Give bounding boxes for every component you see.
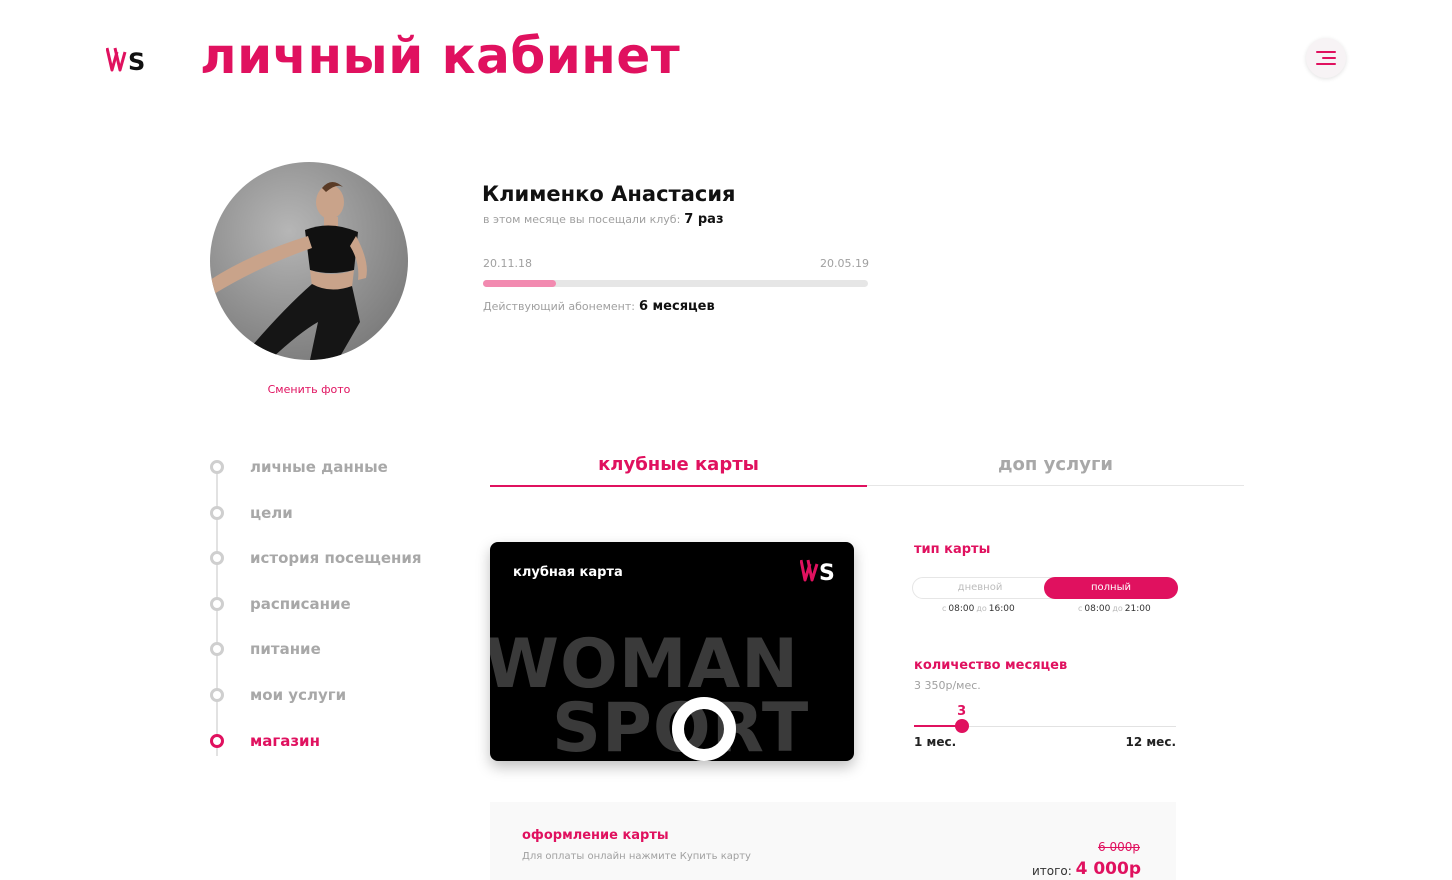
subscription-end-date: 20.05.19 [820,257,869,270]
card-title: клубная карта [513,565,623,580]
sidebar-dot-icon [210,733,224,748]
sidebar-dot-icon [210,642,224,657]
time-from: 08:00 [948,604,975,614]
time-to: 16:00 [988,604,1015,614]
day-hours: с 08:00 до 16:00 [940,604,1015,614]
menu-icon-line [1316,51,1336,53]
sidebar-item-label: цели [250,503,293,522]
ws-logo: S [106,47,145,74]
subscription-start-date: 20.11.18 [483,257,532,270]
svg-text:S: S [128,48,145,74]
club-card-preview: клубная карта S WOMAN SPORT [490,542,854,761]
checkout-panel: оформление карты Для оплаты онлайн нажми… [490,802,1176,880]
time-from: 08:00 [1084,604,1111,614]
sidebar-dot-icon [210,596,224,611]
checkout-title: оформление карты [522,828,669,843]
sidebar-item-label: питание [250,640,321,659]
total-price: 4 000р [1075,859,1141,879]
sidebar-item-personal-data[interactable]: личные данные [208,450,448,496]
sidebar-dot-icon [210,460,224,474]
sidebar-item-label: расписание [250,594,351,613]
sidebar-dot-icon [210,687,224,702]
sidebar-item-nutrition[interactable]: питание [208,632,448,678]
page-title: личный кабинет [200,27,681,85]
sidebar-dot-icon [210,551,224,566]
months-title: количество месяцев [914,658,1068,673]
card-ring-icon [672,697,736,761]
tab-extra-services[interactable]: доп услуги [867,454,1244,475]
checkout-hint: Для оплаты онлайн нажмите Купить карту [522,851,751,862]
time-to-prefix: до [976,604,987,613]
time-to: 21:00 [1124,604,1151,614]
card-type-full-option[interactable]: полный [1044,577,1178,599]
athlete-photo [210,182,367,360]
sidebar-item-label: личные данные [250,458,388,476]
months-slider-value: 3 [957,704,967,719]
visits-label: в этом месяце вы посещали клуб: [483,213,681,226]
old-price: 6 000р [1098,840,1140,854]
time-from-prefix: с [1078,604,1083,613]
sidebar-item-schedule[interactable]: расписание [208,587,448,633]
subscription-value: 6 месяцев [638,299,715,314]
visits-summary: в этом месяце вы посещали клуб: 7 раз [483,212,724,227]
sidebar-nav: личные данные цели история посещения рас… [208,450,448,769]
avatar [210,162,408,360]
subscription-label: Действующий абонемент: [483,300,635,313]
total-label: итого: [1032,864,1072,878]
sidebar-item-shop[interactable]: магазин [208,724,448,770]
subscription-progress-fill [483,280,557,287]
menu-icon-line [1322,57,1336,59]
sidebar-item-label: история посещения [250,549,422,568]
months-max-label: 12 мес. [1125,735,1177,749]
tab-club-cards[interactable]: клубные карты [490,454,867,475]
sidebar-item-my-services[interactable]: мои услуги [208,678,448,724]
months-slider-handle[interactable] [954,719,969,733]
sidebar-dot-icon [210,505,224,520]
ws-logo: S [800,559,835,584]
subscription-progress-bar [483,280,868,287]
user-name: Клименко Анастасия [482,182,736,206]
menu-icon-line [1316,63,1336,65]
sidebar-item-visit-history[interactable]: история посещения [208,541,448,587]
full-hours: с 08:00 до 21:00 [1076,604,1151,614]
tab-bar: клубные карты доп услуги [490,450,1244,487]
time-from-prefix: с [942,604,947,613]
subscription-summary: Действующий абонемент: 6 месяцев [483,299,715,314]
price-per-month: 3 350р/мес. [914,679,981,692]
sidebar-item-goals[interactable]: цели [208,496,448,542]
sidebar-item-label: магазин [250,731,320,750]
svg-text:S: S [819,561,835,584]
visits-count: 7 раз [684,212,724,227]
card-type-toggle: дневной полный [912,577,1178,599]
months-min-label: 1 мес. [914,735,957,749]
sidebar-item-label: мои услуги [250,685,347,704]
card-type-title: тип карты [914,542,991,557]
months-slider[interactable] [914,719,1176,733]
menu-button[interactable] [1306,38,1346,78]
active-tab-indicator [490,485,867,487]
card-type-day-option[interactable]: дневной [913,577,1047,599]
change-photo-link[interactable]: Сменить фото [200,383,418,396]
time-to-prefix: до [1112,604,1123,613]
